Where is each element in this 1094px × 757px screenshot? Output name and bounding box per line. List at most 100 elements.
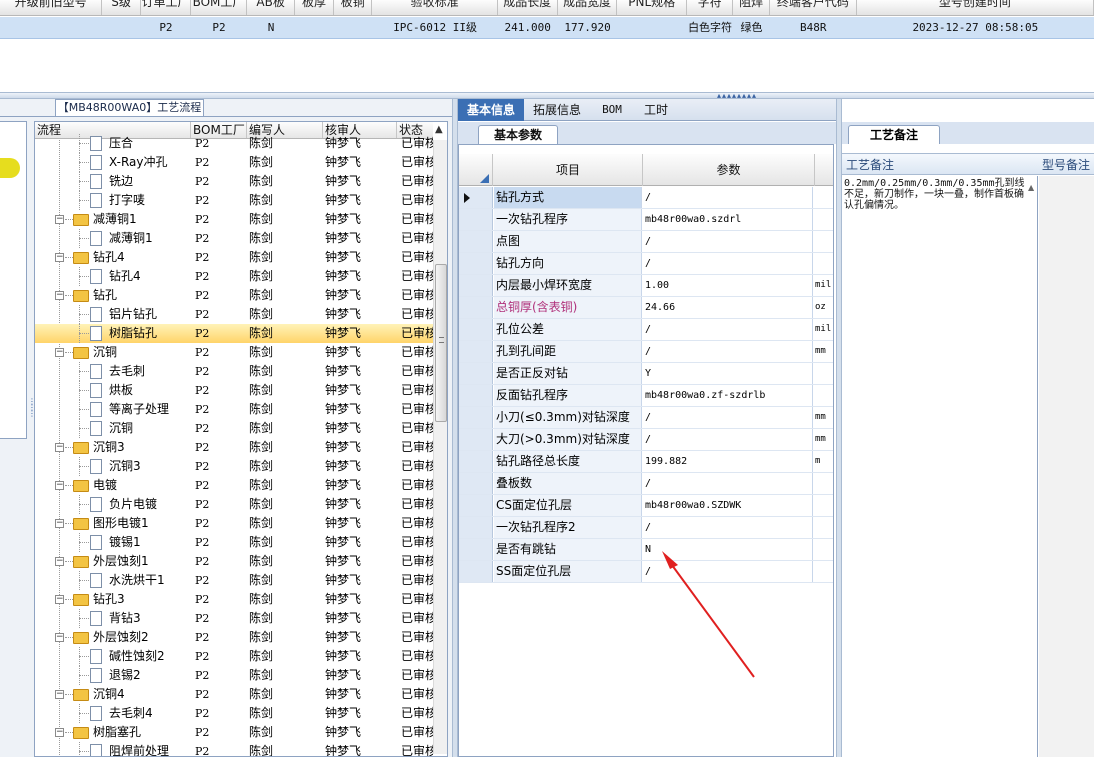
tree-step-row[interactable]: 镀锡1 P2 陈剑 钟梦飞 已审核 xyxy=(35,533,433,552)
tab-bom[interactable]: BOM xyxy=(592,99,632,121)
collapse-icon[interactable]: − xyxy=(55,215,64,224)
model-col-header[interactable]: 成品长度 xyxy=(498,0,558,15)
model-col-header[interactable]: 字符 xyxy=(687,0,734,15)
process-flow-tab[interactable]: 【MB48R00WA0】工艺流程 xyxy=(55,99,204,117)
model-cell[interactable] xyxy=(0,17,102,38)
param-value[interactable]: / xyxy=(643,319,813,340)
tree-group-row[interactable]: − 树脂塞孔 P2 陈剑 钟梦飞 已审核 xyxy=(35,723,433,742)
param-value[interactable]: / xyxy=(643,341,813,362)
collapse-icon[interactable]: − xyxy=(55,595,64,604)
model-cell[interactable] xyxy=(334,17,373,38)
model-cell[interactable]: P2 xyxy=(191,17,247,38)
tree-step-row[interactable]: 减薄铜1 P2 陈剑 钟梦飞 已审核 xyxy=(35,229,433,248)
tree-step-row[interactable]: 压合 P2 陈剑 钟梦飞 已审核 xyxy=(35,134,433,153)
model-cell[interactable] xyxy=(617,17,686,38)
row-indicator[interactable] xyxy=(459,385,493,406)
param-row[interactable]: 小刀(≤0.3mm)对钻深度 / mm xyxy=(459,407,833,429)
tree-step-row[interactable]: 树脂钻孔 P2 陈剑 钟梦飞 已审核 xyxy=(35,324,433,343)
scrollbar-thumb[interactable] xyxy=(435,264,447,422)
param-row[interactable]: 大刀(>0.3mm)对钻深度 / mm xyxy=(459,429,833,451)
param-value[interactable]: / xyxy=(643,561,813,582)
model-note-cell[interactable] xyxy=(1039,176,1094,757)
tree-step-row[interactable]: 负片电镀 P2 陈剑 钟梦飞 已审核 xyxy=(35,495,433,514)
col-header-param[interactable]: 参数 xyxy=(643,154,815,186)
param-value[interactable]: / xyxy=(643,407,813,428)
collapse-icon[interactable]: − xyxy=(55,443,64,452)
tree-group-row[interactable]: − 电镀 P2 陈剑 钟梦飞 已审核 xyxy=(35,476,433,495)
tree-step-row[interactable]: 水洗烘干1 P2 陈剑 钟梦飞 已审核 xyxy=(35,571,433,590)
model-cell[interactable]: 177.920 xyxy=(558,17,618,38)
row-indicator[interactable] xyxy=(459,517,493,538)
model-cell[interactable]: 2023-12-27 08:58:05 xyxy=(857,17,1094,38)
tree-step-row[interactable]: 烘板 P2 陈剑 钟梦飞 已审核 xyxy=(35,381,433,400)
row-indicator[interactable] xyxy=(459,297,493,318)
model-col-header[interactable]: 板铜 xyxy=(334,0,373,15)
param-row[interactable]: 钻孔方向 / xyxy=(459,253,833,275)
param-row[interactable]: 反面钻孔程序 mb48r00wa0.zf-szdrlb xyxy=(459,385,833,407)
param-value[interactable]: mb48r00wa0.szdrl xyxy=(643,209,813,230)
model-cell[interactable]: 241.000 xyxy=(498,17,558,38)
splitter-grip-icon[interactable]: ▴▴▴▴▴▴▴▴ xyxy=(704,92,770,100)
collapse-icon[interactable]: − xyxy=(55,253,64,262)
param-value[interactable]: Y xyxy=(643,363,813,384)
model-cell[interactable] xyxy=(295,17,334,38)
collapse-icon[interactable]: − xyxy=(55,348,64,357)
collapse-grip-icon[interactable]: ⋮ ⋮ ⋮ xyxy=(28,398,36,479)
row-indicator[interactable] xyxy=(459,561,493,582)
param-value[interactable]: / xyxy=(643,231,813,252)
row-indicator[interactable] xyxy=(459,495,493,516)
tree-step-row[interactable]: 退锡2 P2 陈剑 钟梦飞 已审核 xyxy=(35,666,433,685)
tree-group-row[interactable]: − 外层蚀刻2 P2 陈剑 钟梦飞 已审核 xyxy=(35,628,433,647)
param-value[interactable]: / xyxy=(643,253,813,274)
param-row[interactable]: 钻孔路径总长度 199.882 m xyxy=(459,451,833,473)
model-col-header[interactable]: PNL规格 xyxy=(617,0,687,15)
tree-step-row[interactable]: 阻焊前处理 P2 陈剑 钟梦飞 已审核 xyxy=(35,742,433,756)
param-row[interactable]: 孔位公差 / mil xyxy=(459,319,833,341)
model-col-header[interactable]: 成品宽度 xyxy=(558,0,618,15)
param-value[interactable]: 24.66 xyxy=(643,297,813,318)
model-col-header[interactable]: 开级前旧型号 xyxy=(0,0,103,15)
param-row[interactable]: SS面定位孔层 / xyxy=(459,561,833,583)
tree-step-row[interactable]: 铣边 P2 陈剑 钟梦飞 已审核 xyxy=(35,172,433,191)
tree-group-row[interactable]: − 减薄铜1 P2 陈剑 钟梦飞 已审核 xyxy=(35,210,433,229)
param-row[interactable]: 孔到孔间距 / mm xyxy=(459,341,833,363)
tree-step-row[interactable]: 沉铜 P2 陈剑 钟梦飞 已审核 xyxy=(35,419,433,438)
tree-group-row[interactable]: − 图形电镀1 P2 陈剑 钟梦飞 已审核 xyxy=(35,514,433,533)
param-row[interactable]: 是否正反对钻 Y xyxy=(459,363,833,385)
model-col-header[interactable]: 阻焊 xyxy=(733,0,770,15)
param-row[interactable]: 一次钻孔程序2/ xyxy=(459,517,833,539)
param-value[interactable]: N xyxy=(643,539,813,560)
model-cell[interactable]: 白色字符 xyxy=(687,17,733,38)
model-col-header[interactable]: 板厚 xyxy=(295,0,334,15)
tree-step-row[interactable]: 碱性蚀刻2 P2 陈剑 钟梦飞 已审核 xyxy=(35,647,433,666)
param-value[interactable]: / xyxy=(643,473,813,494)
param-row[interactable]: 叠板数 / xyxy=(459,473,833,495)
grid-corner-icon[interactable] xyxy=(459,154,493,186)
model-col-header[interactable]: 订单工厂 xyxy=(141,0,192,15)
tree-step-row[interactable]: 背钻3 P2 陈剑 钟梦飞 已审核 xyxy=(35,609,433,628)
row-indicator[interactable] xyxy=(459,209,493,230)
scroll-up-icon[interactable]: ▲ xyxy=(1028,183,1034,192)
comment-bubble-icon[interactable] xyxy=(0,158,20,178)
process-note-text[interactable]: 0.2mm/0.25mm/0.3mm/0.35mm孔到线不足，新刀制作，一块一叠… xyxy=(842,176,1038,757)
tree-step-row[interactable]: 打字唛 P2 陈剑 钟梦飞 已审核 xyxy=(35,191,433,210)
row-indicator[interactable] xyxy=(459,231,493,252)
tree-group-row[interactable]: − 外层蚀刻1 P2 陈剑 钟梦飞 已审核 xyxy=(35,552,433,571)
tab-process-notes[interactable]: 工艺备注 xyxy=(848,125,940,144)
row-indicator[interactable] xyxy=(459,363,493,384)
param-row[interactable]: 内层最小焊环宽度 1.00 mil xyxy=(459,275,833,297)
model-cell[interactable] xyxy=(102,17,141,38)
row-indicator[interactable] xyxy=(459,473,493,494)
model-cell[interactable]: 绿色 xyxy=(733,17,770,38)
param-value[interactable]: 1.00 xyxy=(643,275,813,296)
model-col-header[interactable]: S级 xyxy=(102,0,141,15)
param-row[interactable]: 总铜厚(含表铜) 24.66 oz xyxy=(459,297,833,319)
row-indicator[interactable] xyxy=(459,451,493,472)
model-col-header[interactable]: 终端客户代码 xyxy=(770,0,857,15)
row-indicator[interactable] xyxy=(459,319,493,340)
tree-step-row[interactable]: 去毛刺4 P2 陈剑 钟梦飞 已审核 xyxy=(35,704,433,723)
tree-group-row[interactable]: − 沉铜3 P2 陈剑 钟梦飞 已审核 xyxy=(35,438,433,457)
tree-step-row[interactable]: 钻孔4 P2 陈剑 钟梦飞 已审核 xyxy=(35,267,433,286)
model-grid-row[interactable]: P2 P2 N IPC-6012 II级 241.000 177.920 白色字符 绿色 B48… xyxy=(0,17,1094,39)
tree-group-row[interactable]: − 钻孔 P2 陈剑 钟梦飞 已审核 xyxy=(35,286,433,305)
